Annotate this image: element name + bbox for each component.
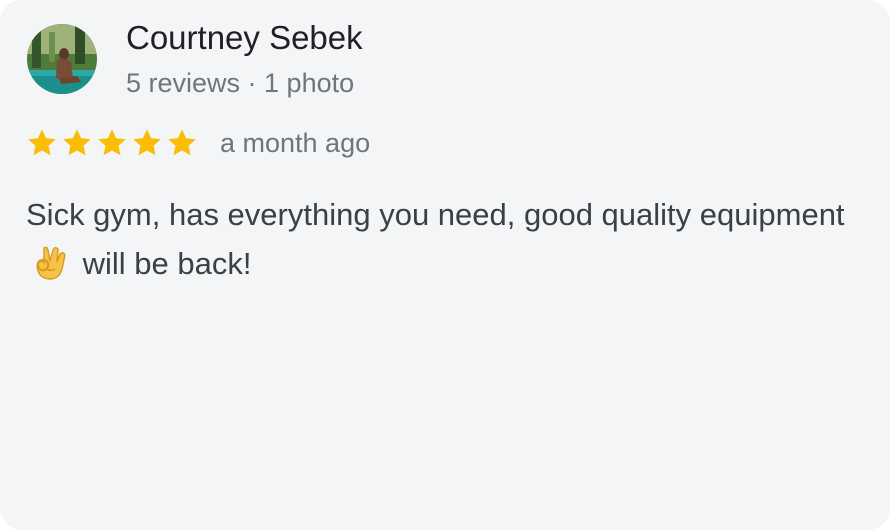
review-text: Sick gym, has everything you need, good … <box>26 190 846 288</box>
star-rating <box>26 127 198 159</box>
star-icon <box>28 129 56 156</box>
rating-row: a month ago <box>26 124 370 162</box>
ok-hand-emoji-icon <box>36 246 66 280</box>
author-meta: 5 reviews · 1 photo <box>126 68 355 98</box>
avatar-photo <box>27 24 97 94</box>
review-date: a month ago <box>220 128 371 158</box>
star-icon <box>168 129 196 156</box>
star-icon <box>133 129 161 156</box>
review-card: Courtney Sebek 5 reviews · 1 photo a mon… <box>0 0 890 530</box>
avatar[interactable] <box>27 24 97 94</box>
review-text-part1: Sick gym, has everything you need, good … <box>26 197 845 232</box>
review-text-part2: will be back! <box>74 246 252 281</box>
star-icon <box>63 129 91 156</box>
author-name[interactable]: Courtney Sebek <box>126 18 363 58</box>
star-icon <box>98 129 126 156</box>
